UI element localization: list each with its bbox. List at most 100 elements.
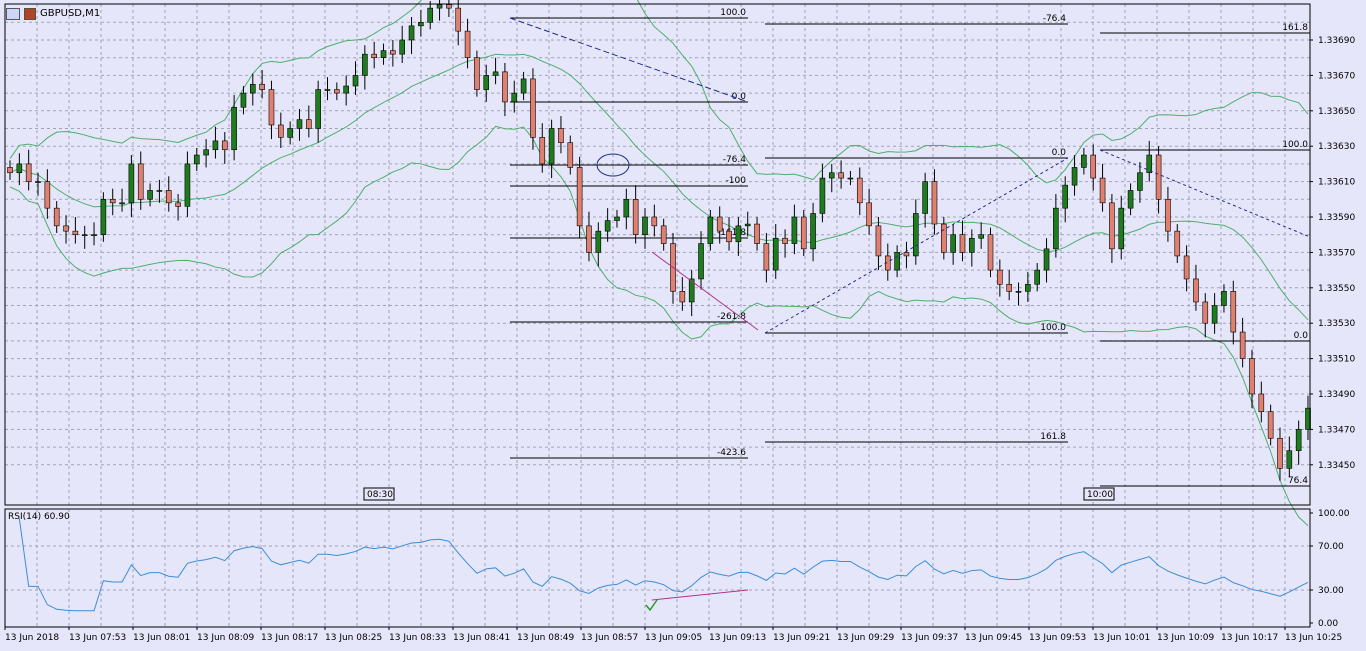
candle-body[interactable] xyxy=(221,140,228,151)
candle-body[interactable] xyxy=(408,25,415,41)
candle-body[interactable] xyxy=(1053,207,1059,250)
candle-body[interactable] xyxy=(903,252,910,257)
price-chart-svg[interactable]: 100.00.0-76.4-100-161.8-261.8-423.6-76.4… xyxy=(0,0,1366,647)
candle-body[interactable] xyxy=(63,225,69,232)
candle-body[interactable] xyxy=(464,30,471,58)
candle-body[interactable] xyxy=(763,243,770,271)
candle-body[interactable] xyxy=(1109,202,1115,250)
candle-body[interactable] xyxy=(707,216,714,244)
candle-body[interactable] xyxy=(474,57,480,90)
candle-body[interactable] xyxy=(259,83,265,90)
candle-body[interactable] xyxy=(642,216,648,236)
candle-body[interactable] xyxy=(249,83,256,94)
candle-body[interactable] xyxy=(726,230,732,243)
candle-body[interactable] xyxy=(184,163,191,207)
candle-body[interactable] xyxy=(987,234,994,271)
candle-body[interactable] xyxy=(137,163,144,200)
candle-body[interactable] xyxy=(502,71,508,103)
candle-body[interactable] xyxy=(866,202,872,227)
candle-body[interactable] xyxy=(72,230,79,236)
candle-body[interactable] xyxy=(511,92,518,103)
candle-body[interactable] xyxy=(754,223,760,244)
candle-body[interactable] xyxy=(772,237,779,271)
candle-body[interactable] xyxy=(1286,450,1293,469)
candle-body[interactable] xyxy=(1277,437,1283,469)
candle-body[interactable] xyxy=(1221,291,1227,306)
candle-body[interactable] xyxy=(324,89,331,91)
candle-body[interactable] xyxy=(558,128,564,143)
candle-body[interactable] xyxy=(1295,429,1302,451)
candle-body[interactable] xyxy=(847,177,854,180)
candle-body[interactable] xyxy=(1081,154,1087,168)
candle-body[interactable] xyxy=(660,225,667,244)
candle-body[interactable] xyxy=(371,53,377,58)
candle-body[interactable] xyxy=(586,225,592,253)
candle-body[interactable] xyxy=(819,177,826,214)
candle-body[interactable] xyxy=(997,269,1003,285)
candle-body[interactable] xyxy=(1090,154,1097,179)
candle-body[interactable] xyxy=(1025,283,1031,292)
candle-body[interactable] xyxy=(698,243,704,280)
candle-body[interactable] xyxy=(25,163,32,182)
candle-body[interactable] xyxy=(315,89,321,129)
candle-body[interactable] xyxy=(614,216,620,221)
candle-body[interactable] xyxy=(334,89,340,94)
candle-body[interactable] xyxy=(576,167,583,227)
candle-body[interactable] xyxy=(791,216,798,244)
candle-body[interactable] xyxy=(838,172,844,179)
candle-body[interactable] xyxy=(1249,358,1255,395)
candle-body[interactable] xyxy=(1043,248,1050,271)
candle-body[interactable] xyxy=(1118,207,1125,250)
candle-body[interactable] xyxy=(651,216,658,227)
candle-body[interactable] xyxy=(969,237,975,253)
candle-body[interactable] xyxy=(1099,177,1106,204)
candle-body[interactable] xyxy=(520,78,527,94)
candle-body[interactable] xyxy=(810,213,816,250)
candle-body[interactable] xyxy=(156,190,163,192)
candle-body[interactable] xyxy=(81,234,88,236)
candle-body[interactable] xyxy=(828,172,835,179)
candle-body[interactable] xyxy=(941,223,947,253)
candle-body[interactable] xyxy=(567,142,574,168)
candle-body[interactable] xyxy=(53,207,60,227)
chart-type-icon[interactable] xyxy=(24,7,36,20)
candle-body[interactable] xyxy=(109,199,116,204)
candle-body[interactable] xyxy=(1034,269,1040,285)
candle-body[interactable] xyxy=(744,223,751,227)
candle-body[interactable] xyxy=(492,71,499,76)
candle-body[interactable] xyxy=(595,230,602,253)
candle-body[interactable] xyxy=(1211,305,1218,324)
candle-body[interactable] xyxy=(380,50,387,58)
candle-body[interactable] xyxy=(1193,278,1199,303)
candle-body[interactable] xyxy=(343,85,349,94)
candle-body[interactable] xyxy=(632,199,639,236)
candle-body[interactable] xyxy=(268,89,275,126)
candle-body[interactable] xyxy=(240,92,247,108)
candle-body[interactable] xyxy=(287,128,293,138)
candle-body[interactable] xyxy=(1155,154,1162,200)
candle-body[interactable] xyxy=(399,39,406,55)
candle-body[interactable] xyxy=(390,50,396,55)
candle-body[interactable] xyxy=(278,124,284,138)
candle-body[interactable] xyxy=(1062,184,1069,209)
candle-body[interactable] xyxy=(147,190,153,200)
candle-body[interactable] xyxy=(959,234,966,253)
candle-body[interactable] xyxy=(931,181,938,225)
candle-body[interactable] xyxy=(436,4,443,9)
candle-body[interactable] xyxy=(1146,154,1153,174)
candle-body[interactable] xyxy=(16,163,23,174)
candle-body[interactable] xyxy=(1230,291,1237,333)
candle-body[interactable] xyxy=(306,119,312,129)
candle-body[interactable] xyxy=(604,220,611,232)
candle-body[interactable] xyxy=(735,225,742,243)
candle-body[interactable] xyxy=(950,234,956,253)
candle-body[interactable] xyxy=(44,181,51,209)
candle-body[interactable] xyxy=(212,140,219,151)
candle-body[interactable] xyxy=(175,202,181,207)
candle-body[interactable] xyxy=(1258,393,1265,413)
candle-body[interactable] xyxy=(1137,172,1143,191)
candle-body[interactable] xyxy=(362,53,368,76)
candle-body[interactable] xyxy=(922,181,928,214)
candle-body[interactable] xyxy=(128,163,135,204)
candle-body[interactable] xyxy=(352,75,359,87)
